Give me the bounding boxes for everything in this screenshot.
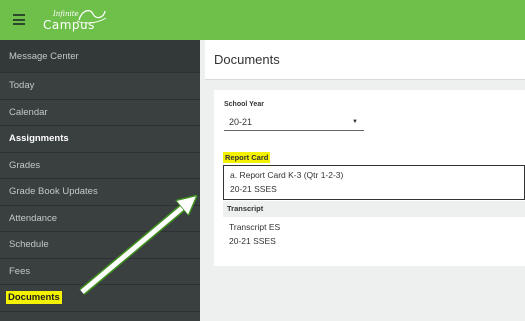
school-year-select[interactable]: 20-21 ▼ (224, 113, 364, 131)
sidebar-item-label: Today (9, 80, 35, 91)
report-card-document[interactable]: a. Report Card K-3 (Qtr 1-2-3) 20-21 SSE… (223, 165, 525, 200)
logo-swoosh-icon (76, 9, 107, 24)
sidebar-item-label: Schedule (9, 239, 49, 250)
caret-down-icon: ▼ (352, 119, 358, 125)
sidebar-item-schedule[interactable]: Schedule (0, 232, 200, 259)
page-title: Documents (214, 52, 280, 67)
sidebar-item-attendance[interactable]: Attendance (0, 206, 200, 232)
sidebar-item-message-center[interactable]: Message Center (0, 40, 200, 73)
document-name: Transcript ES (229, 222, 281, 232)
sidebar-item-assignments[interactable]: Assignments (0, 126, 200, 153)
report-card-heading: Report Card (223, 152, 271, 163)
sidebar-item-documents[interactable]: Documents (0, 285, 200, 312)
sidebar-item-label: Calendar (9, 106, 48, 118)
sidebar-item-label: Grade Book Updates (9, 186, 98, 197)
transcript-document[interactable]: Transcript ES 20-21 SSES (223, 218, 525, 254)
school-year-label: School Year (224, 101, 264, 108)
main-content: Documents School Year 20-21 ▼ Report Car… (205, 40, 525, 321)
sidebar-item-label: Message Center (9, 51, 79, 62)
sidebar-item-grades[interactable]: Grades (0, 153, 200, 179)
sidebar-item-grade-book-updates[interactable]: Grade Book Updates (0, 179, 200, 206)
sidebar-item-label: Assignments (9, 133, 69, 144)
sidebar-item-fees[interactable]: Fees (0, 259, 200, 285)
document-subtitle: 20-21 SSES (229, 236, 276, 246)
sidebar-item-label: Fees (9, 265, 31, 277)
sidebar-item-label: Documents (6, 291, 62, 304)
sidebar-item-label: Attendance (9, 212, 58, 224)
sidebar-item-label: Grades (9, 159, 41, 171)
document-name: a. Report Card K-3 (Qtr 1-2-3) (230, 170, 344, 180)
documents-card: School Year 20-21 ▼ Report Card a. Repor… (214, 90, 525, 266)
school-year-value: 20-21 (229, 117, 253, 127)
sidebar-nav: Message Center Today Calendar Assignment… (0, 40, 200, 321)
document-subtitle: 20-21 SSES (230, 184, 277, 194)
sidebar-item-today[interactable]: Today (0, 73, 200, 100)
transcript-heading: Transcript (223, 201, 525, 217)
top-bar: Infinite Campus (0, 0, 525, 40)
sidebar-item-calendar[interactable]: Calendar (0, 100, 200, 126)
hamburger-menu-icon[interactable] (13, 14, 25, 25)
page-header: Documents (205, 40, 525, 80)
